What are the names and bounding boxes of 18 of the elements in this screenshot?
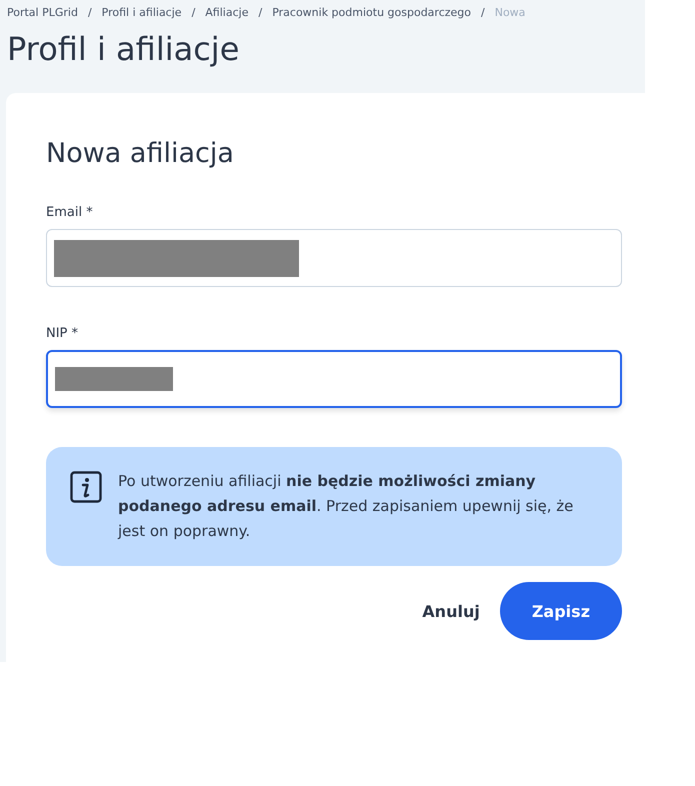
breadcrumb-separator: /	[480, 6, 486, 19]
field-label: NIP *	[46, 326, 80, 341]
field-label: Email *	[46, 205, 94, 220]
cancel-button[interactable]: Anuluj	[422, 594, 480, 628]
input-field[interactable]	[46, 350, 622, 408]
notice-text: Po utworzeniu afiliacji nie będzie możliwości zmiany podanego adresu email. Przed zapisaniem upewnij się, że jest on poprawny.	[118, 471, 574, 542]
breadcrumb-separator: /	[257, 6, 264, 19]
breadcrumb-link[interactable]: Pracownik podmiotu gospodarczego	[272, 6, 471, 19]
breadcrumb-separator: /	[190, 6, 196, 19]
breadcrumb-separator: /	[86, 6, 93, 19]
breadcrumb-link[interactable]: Afiliacje	[205, 6, 248, 19]
info-icon	[70, 471, 102, 503]
breadcrumb-link[interactable]: Profil i afiliacje	[102, 6, 182, 19]
form-title: Nowa afiliacja	[46, 137, 235, 171]
page-title: Profil i afiliacje	[7, 29, 240, 69]
breadcrumb-link[interactable]: Portal PLGrid	[7, 6, 78, 19]
current-page-label: Nowa	[494, 6, 526, 19]
save-button[interactable]: Zapisz	[500, 582, 622, 640]
